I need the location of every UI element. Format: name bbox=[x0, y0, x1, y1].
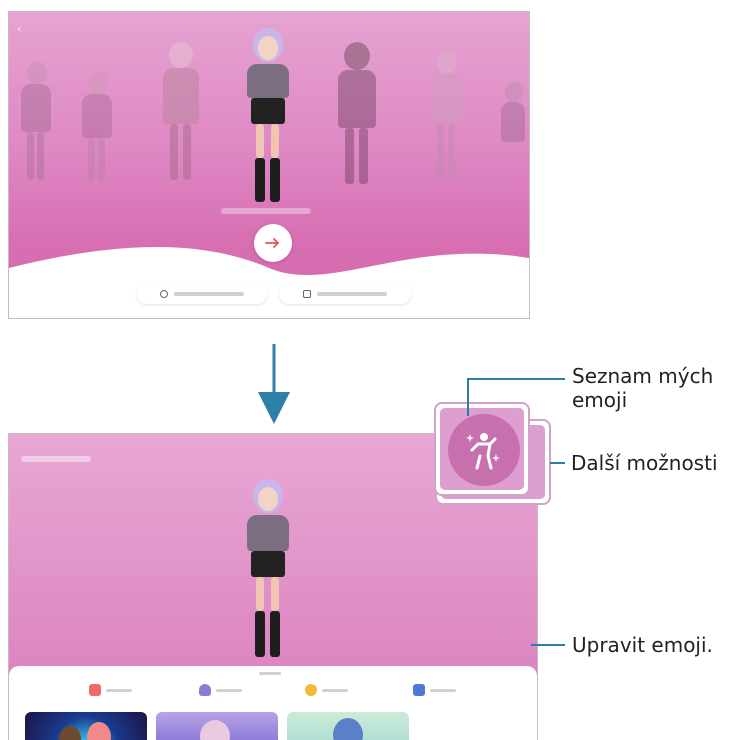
content-thumbnail[interactable] bbox=[156, 712, 278, 740]
create-with-camera-button[interactable] bbox=[137, 284, 267, 304]
avatar-selection-screen: ‹ bbox=[8, 11, 530, 319]
leader-line bbox=[467, 378, 469, 416]
edit-person-sparkle-icon bbox=[466, 433, 500, 470]
panel-handle[interactable] bbox=[259, 672, 281, 675]
avatar-name-placeholder bbox=[221, 208, 311, 214]
avatar-option[interactable] bbox=[499, 82, 527, 182]
tab-camera[interactable] bbox=[89, 684, 132, 696]
leader-line bbox=[531, 644, 565, 646]
bottom-panel bbox=[9, 666, 537, 740]
edit-emoji-button[interactable] bbox=[448, 414, 520, 486]
my-emoji-avatar[interactable] bbox=[241, 479, 295, 661]
avatar-option[interactable] bbox=[19, 62, 51, 182]
content-thumbnail[interactable] bbox=[25, 712, 147, 740]
leader-line bbox=[467, 378, 565, 380]
avatar-option[interactable] bbox=[79, 72, 115, 182]
avatar-option[interactable] bbox=[159, 42, 203, 182]
callout-label-my-emoji-list: Seznam mých emoji bbox=[572, 364, 714, 412]
tab-stickers[interactable] bbox=[305, 684, 348, 696]
image-icon bbox=[303, 290, 311, 298]
camera-icon bbox=[160, 290, 168, 298]
callout-edit-zoom bbox=[434, 402, 530, 496]
microphone-icon bbox=[199, 684, 211, 696]
screen-title-placeholder bbox=[21, 456, 91, 462]
content-thumbnail[interactable] bbox=[287, 712, 409, 740]
camera-icon bbox=[89, 684, 101, 696]
tab-studio[interactable] bbox=[199, 684, 242, 696]
back-icon[interactable]: ‹ bbox=[17, 22, 21, 35]
callout-label-more-options: Další možnosti bbox=[571, 451, 718, 475]
sticker-icon bbox=[305, 684, 317, 696]
gallery-icon bbox=[413, 684, 425, 696]
arrow-down-icon bbox=[258, 344, 290, 424]
avatar-option[interactable] bbox=[334, 42, 380, 184]
leader-line bbox=[550, 462, 565, 464]
selected-avatar[interactable] bbox=[241, 28, 295, 204]
callout-label-edit-emoji: Upravit emoji. bbox=[572, 633, 713, 657]
avatar-option[interactable] bbox=[429, 52, 465, 182]
tab-gallery[interactable] bbox=[413, 684, 456, 696]
arrow-right-icon bbox=[265, 238, 280, 248]
next-button[interactable] bbox=[254, 224, 292, 262]
create-from-image-button[interactable] bbox=[279, 284, 411, 304]
